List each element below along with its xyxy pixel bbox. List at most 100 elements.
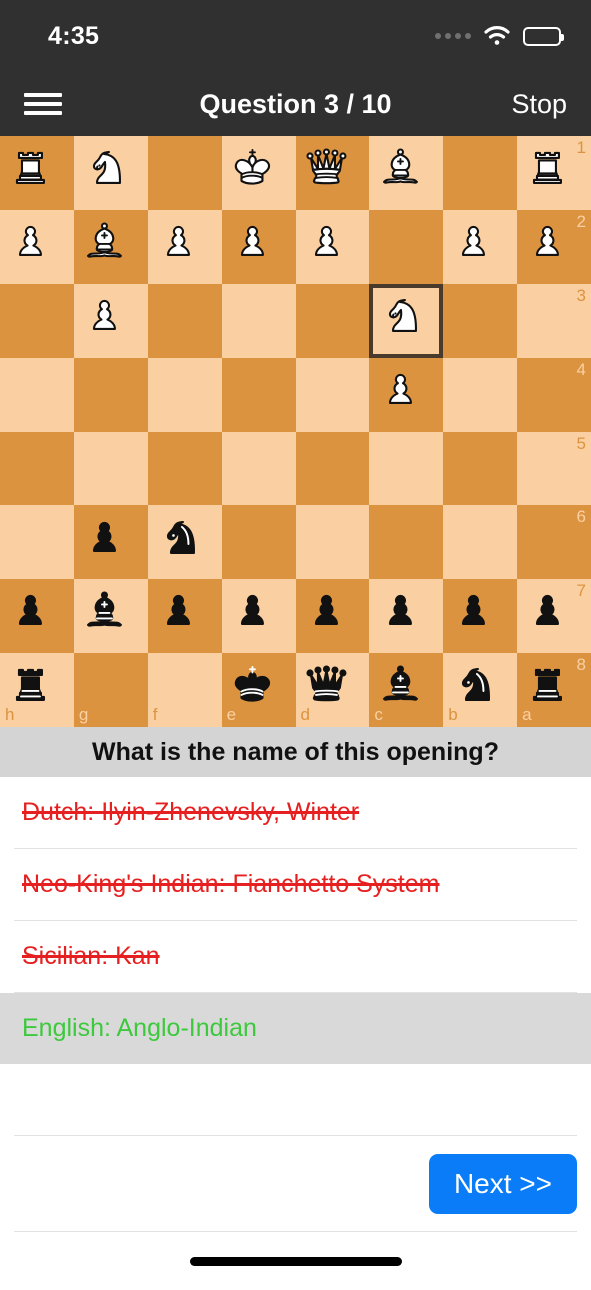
board-square-b1[interactable] — [443, 136, 518, 210]
board-square-h8[interactable]: h — [0, 653, 74, 727]
board-square-c1[interactable] — [369, 136, 444, 210]
chess-piece-wP[interactable] — [82, 292, 140, 350]
chess-piece-bP[interactable] — [82, 514, 140, 572]
board-square-g6[interactable] — [73, 505, 148, 580]
board-square-f1[interactable] — [147, 136, 222, 210]
board-square-c4[interactable] — [369, 357, 444, 432]
board-square-f2[interactable] — [147, 209, 222, 284]
answer-option-1[interactable]: Dutch: Ilyin-Zhenevsky, Winter — [0, 777, 591, 848]
answer-option-2[interactable]: Neo-King's Indian: Fianchetto System — [0, 849, 591, 920]
board-square-c6[interactable] — [369, 505, 444, 580]
chess-piece-bB[interactable] — [82, 587, 140, 645]
chess-piece-bB[interactable] — [378, 661, 436, 719]
chess-piece-wP[interactable] — [8, 218, 66, 276]
chess-piece-wB[interactable] — [82, 218, 140, 276]
board-square-d4[interactable] — [295, 357, 370, 432]
board-square-a6[interactable]: 6 — [517, 505, 591, 580]
chess-piece-wP[interactable] — [525, 218, 583, 276]
board-square-h6[interactable] — [0, 505, 74, 580]
board-square-e7[interactable] — [221, 579, 296, 654]
chess-piece-wP[interactable] — [451, 218, 509, 276]
board-square-b7[interactable] — [443, 579, 518, 654]
board-square-b3[interactable] — [443, 283, 518, 358]
board-square-d2[interactable] — [295, 209, 370, 284]
chess-piece-bQ[interactable] — [304, 661, 362, 719]
answer-option-3[interactable]: Sicilian: Kan — [0, 921, 591, 992]
board-square-a5[interactable]: 5 — [517, 431, 591, 506]
board-square-c8[interactable]: c — [369, 653, 444, 727]
board-square-a3[interactable]: 3 — [517, 283, 591, 358]
board-square-d3[interactable] — [295, 283, 370, 358]
chess-piece-wK[interactable] — [230, 144, 288, 202]
chess-piece-wR[interactable] — [525, 144, 583, 202]
answer-list[interactable]: Dutch: Ilyin-Zhenevsky, Winter Neo-King's… — [0, 777, 591, 1135]
stop-button[interactable]: Stop — [511, 89, 567, 120]
chess-piece-wP[interactable] — [156, 218, 214, 276]
board-square-g2[interactable] — [73, 209, 148, 284]
board-square-g3[interactable] — [73, 283, 148, 358]
board-square-e1[interactable] — [221, 136, 296, 210]
board-square-h1[interactable] — [0, 136, 74, 210]
board-square-a4[interactable]: 4 — [517, 357, 591, 432]
chess-piece-wQ[interactable] — [304, 144, 362, 202]
board-square-g5[interactable] — [73, 431, 148, 506]
board-square-a8[interactable]: 8a — [517, 653, 591, 727]
chess-piece-bP[interactable] — [378, 587, 436, 645]
chess-piece-wN[interactable] — [378, 292, 436, 350]
board-square-h7[interactable] — [0, 579, 74, 654]
chess-piece-wN[interactable] — [82, 144, 140, 202]
board-square-e8[interactable]: e — [221, 653, 296, 727]
home-indicator[interactable] — [189, 1256, 402, 1266]
board-square-g7[interactable] — [73, 579, 148, 654]
board-square-d5[interactable] — [295, 431, 370, 506]
board-square-h2[interactable] — [0, 209, 74, 284]
chess-piece-bR[interactable] — [525, 661, 583, 719]
chess-piece-bP[interactable] — [156, 587, 214, 645]
chess-piece-bP[interactable] — [230, 587, 288, 645]
board-square-d6[interactable] — [295, 505, 370, 580]
board-square-e2[interactable] — [221, 209, 296, 284]
board-square-d7[interactable] — [295, 579, 370, 654]
board-square-g8[interactable]: g — [73, 653, 148, 727]
board-square-g1[interactable] — [73, 136, 148, 210]
board-square-a2[interactable]: 2 — [517, 209, 591, 284]
board-square-c3[interactable] — [369, 283, 444, 358]
board-square-h4[interactable] — [0, 357, 74, 432]
chess-piece-bP[interactable] — [525, 587, 583, 645]
board-square-b8[interactable]: b — [443, 653, 518, 727]
board-square-e3[interactable] — [221, 283, 296, 358]
board-square-d8[interactable]: d — [295, 653, 370, 727]
chess-piece-wR[interactable] — [8, 144, 66, 202]
chess-piece-bP[interactable] — [451, 587, 509, 645]
board-square-b6[interactable] — [443, 505, 518, 580]
board-square-e6[interactable] — [221, 505, 296, 580]
chess-piece-wP[interactable] — [230, 218, 288, 276]
chessboard[interactable]: 123 4 5 6 7 hg f edcb8a — [0, 136, 591, 727]
board-square-a1[interactable]: 1 — [517, 136, 591, 210]
board-square-f8[interactable]: f — [147, 653, 222, 727]
hamburger-menu-icon[interactable] — [24, 91, 62, 117]
board-square-c5[interactable] — [369, 431, 444, 506]
board-square-b2[interactable] — [443, 209, 518, 284]
chess-piece-bP[interactable] — [304, 587, 362, 645]
board-square-a7[interactable]: 7 — [517, 579, 591, 654]
board-square-b5[interactable] — [443, 431, 518, 506]
board-square-e5[interactable] — [221, 431, 296, 506]
chess-piece-bN[interactable] — [156, 514, 214, 572]
chess-piece-bK[interactable] — [230, 661, 288, 719]
chess-piece-wP[interactable] — [378, 366, 436, 424]
board-square-f6[interactable] — [147, 505, 222, 580]
chess-piece-bR[interactable] — [8, 661, 66, 719]
chess-piece-wB[interactable] — [378, 144, 436, 202]
board-square-f3[interactable] — [147, 283, 222, 358]
board-square-d1[interactable] — [295, 136, 370, 210]
chess-piece-bP[interactable] — [8, 587, 66, 645]
board-square-b4[interactable] — [443, 357, 518, 432]
chess-piece-wP[interactable] — [304, 218, 362, 276]
board-square-f7[interactable] — [147, 579, 222, 654]
next-button[interactable]: Next >> — [428, 1153, 577, 1214]
board-square-h3[interactable] — [0, 283, 74, 358]
board-square-h5[interactable] — [0, 431, 74, 506]
chess-piece-bN[interactable] — [451, 661, 509, 719]
board-square-f5[interactable] — [147, 431, 222, 506]
